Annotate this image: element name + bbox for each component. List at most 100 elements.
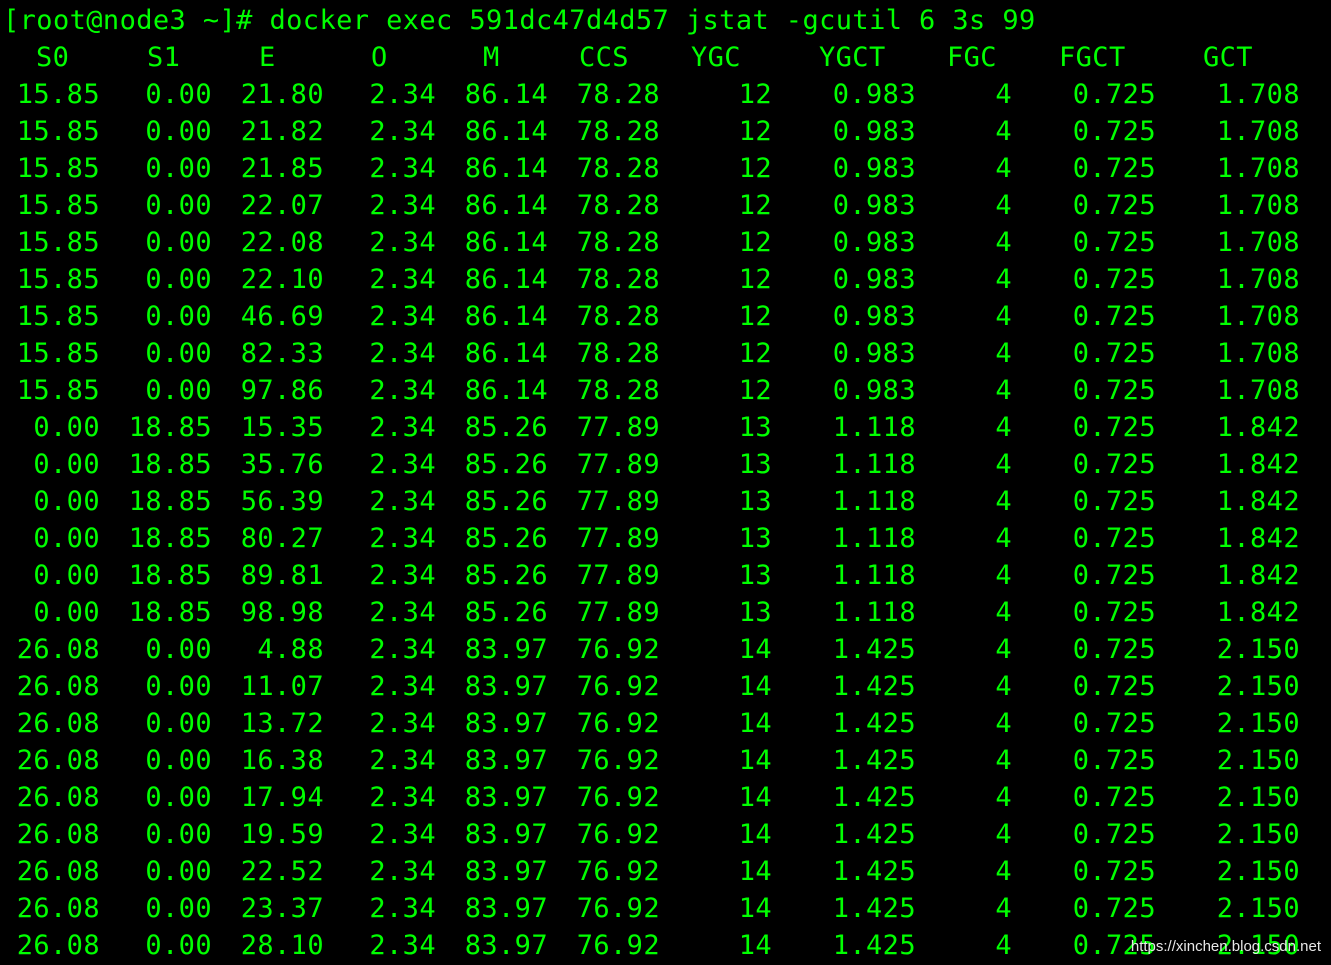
- table-cell: 4: [995, 412, 1012, 443]
- table-cell: 0.725: [1072, 264, 1156, 295]
- table-cell: 4: [995, 523, 1012, 554]
- table-cell: 2.34: [369, 190, 436, 221]
- table-cell: 77.89: [576, 449, 660, 480]
- table-cell: 2.34: [369, 930, 436, 961]
- table-cell: 86.14: [464, 338, 548, 369]
- table-cell: 4: [995, 745, 1012, 776]
- table-cell: 0.00: [33, 449, 100, 480]
- table-cell: 26.08: [16, 930, 100, 961]
- table-cell: 26.08: [16, 782, 100, 813]
- table-cell: 1.708: [1216, 79, 1300, 110]
- table-cell: 18.85: [128, 486, 212, 517]
- table-cell: 78.28: [576, 153, 660, 184]
- table-cell: 14: [738, 930, 772, 961]
- table-cell: 0.983: [832, 375, 916, 406]
- table-cell: 12: [738, 338, 772, 369]
- table-cell: 18.85: [128, 560, 212, 591]
- table-cell: 12: [738, 79, 772, 110]
- command-prompt-line: [root@node3 ~]# docker exec 591dc47d4d57…: [3, 5, 1036, 36]
- table-cell: 1.118: [832, 449, 916, 480]
- table-cell: 0.00: [145, 227, 212, 258]
- table-cell: 15.85: [16, 264, 100, 295]
- table-cell: 4: [995, 375, 1012, 406]
- table-cell: 12: [738, 153, 772, 184]
- table-cell: 1.425: [832, 745, 916, 776]
- table-cell: 0.725: [1072, 893, 1156, 924]
- table-cell: 4: [995, 338, 1012, 369]
- table-cell: 0.725: [1072, 486, 1156, 517]
- table-cell: 4: [995, 190, 1012, 221]
- terminal-window[interactable]: [root@node3 ~]# docker exec 591dc47d4d57…: [0, 0, 1331, 965]
- table-cell: 0.725: [1072, 782, 1156, 813]
- table-cell: 2.150: [1216, 893, 1300, 924]
- column-header-fgc: FGC: [947, 42, 997, 73]
- table-cell: 4: [995, 116, 1012, 147]
- table-cell: 2.34: [369, 523, 436, 554]
- table-cell: 11.07: [240, 671, 324, 702]
- table-cell: 2.34: [369, 597, 436, 628]
- table-cell: 4: [995, 560, 1012, 591]
- table-cell: 2.34: [369, 745, 436, 776]
- table-cell: 76.92: [576, 856, 660, 887]
- table-cell: 2.34: [369, 671, 436, 702]
- table-cell: 12: [738, 264, 772, 295]
- table-cell: 0.00: [145, 190, 212, 221]
- table-cell: 2.150: [1216, 708, 1300, 739]
- table-cell: 0.725: [1072, 449, 1156, 480]
- table-cell: 12: [738, 375, 772, 406]
- table-cell: 1.425: [832, 856, 916, 887]
- table-row: 26.08 0.00 4.88 2.34 83.97 76.92 14 1.425 4 0.725…: [0, 631, 1331, 668]
- table-row: 15.85 0.00 22.10 2.34 86.14 78.28 12 0.983 4 0.72…: [0, 261, 1331, 298]
- table-cell: 28.10: [240, 930, 324, 961]
- table-cell: 0.00: [33, 597, 100, 628]
- table-cell: 0.983: [832, 153, 916, 184]
- table-cell: 0.725: [1072, 745, 1156, 776]
- column-header-gct: GCT: [1203, 42, 1253, 73]
- table-cell: 1.425: [832, 893, 916, 924]
- table-cell: 4: [995, 893, 1012, 924]
- table-cell: 26.08: [16, 634, 100, 665]
- table-cell: 26.08: [16, 745, 100, 776]
- table-cell: 0.00: [33, 523, 100, 554]
- column-header-e: E: [259, 42, 276, 73]
- table-cell: 83.97: [464, 930, 548, 961]
- table-cell: 0.983: [832, 264, 916, 295]
- table-cell: 14: [738, 745, 772, 776]
- table-cell: 2.34: [369, 227, 436, 258]
- table-cell: 1.425: [832, 930, 916, 961]
- table-cell: 83.97: [464, 893, 548, 924]
- table-cell: 12: [738, 116, 772, 147]
- table-cell: 0.725: [1072, 560, 1156, 591]
- table-row: 0.00 18.85 15.35 2.34 85.26 77.89 13 1.118 4 0.72…: [0, 409, 1331, 446]
- table-cell: 1.842: [1216, 486, 1300, 517]
- table-cell: 1.425: [832, 782, 916, 813]
- table-cell: 2.150: [1216, 782, 1300, 813]
- table-cell: 21.85: [240, 153, 324, 184]
- table-cell: 78.28: [576, 264, 660, 295]
- table-cell: 15.85: [16, 116, 100, 147]
- table-cell: 2.34: [369, 708, 436, 739]
- table-cell: 86.14: [464, 264, 548, 295]
- table-cell: 4: [995, 486, 1012, 517]
- table-cell: 78.28: [576, 338, 660, 369]
- table-cell: 1.842: [1216, 597, 1300, 628]
- table-cell: 83.97: [464, 782, 548, 813]
- table-row: 15.85 0.00 22.07 2.34 86.14 78.28 12 0.983 4 0.72…: [0, 187, 1331, 224]
- table-row: 26.08 0.00 11.07 2.34 83.97 76.92 14 1.425 4 0.72…: [0, 668, 1331, 705]
- table-cell: 83.97: [464, 671, 548, 702]
- table-cell: 1.425: [832, 708, 916, 739]
- table-cell: 0.00: [33, 486, 100, 517]
- table-cell: 0.00: [145, 893, 212, 924]
- table-cell: 26.08: [16, 671, 100, 702]
- watermark-text: https://xinchen.blog.csdn.net: [1130, 938, 1321, 955]
- table-cell: 0.983: [832, 116, 916, 147]
- column-header-m: M: [483, 42, 500, 73]
- table-cell: 4: [995, 227, 1012, 258]
- table-cell: 14: [738, 634, 772, 665]
- table-cell: 2.34: [369, 560, 436, 591]
- table-cell: 22.07: [240, 190, 324, 221]
- table-cell: 4: [995, 301, 1012, 332]
- table-cell: 86.14: [464, 301, 548, 332]
- table-cell: 76.92: [576, 708, 660, 739]
- table-cell: 13: [738, 560, 772, 591]
